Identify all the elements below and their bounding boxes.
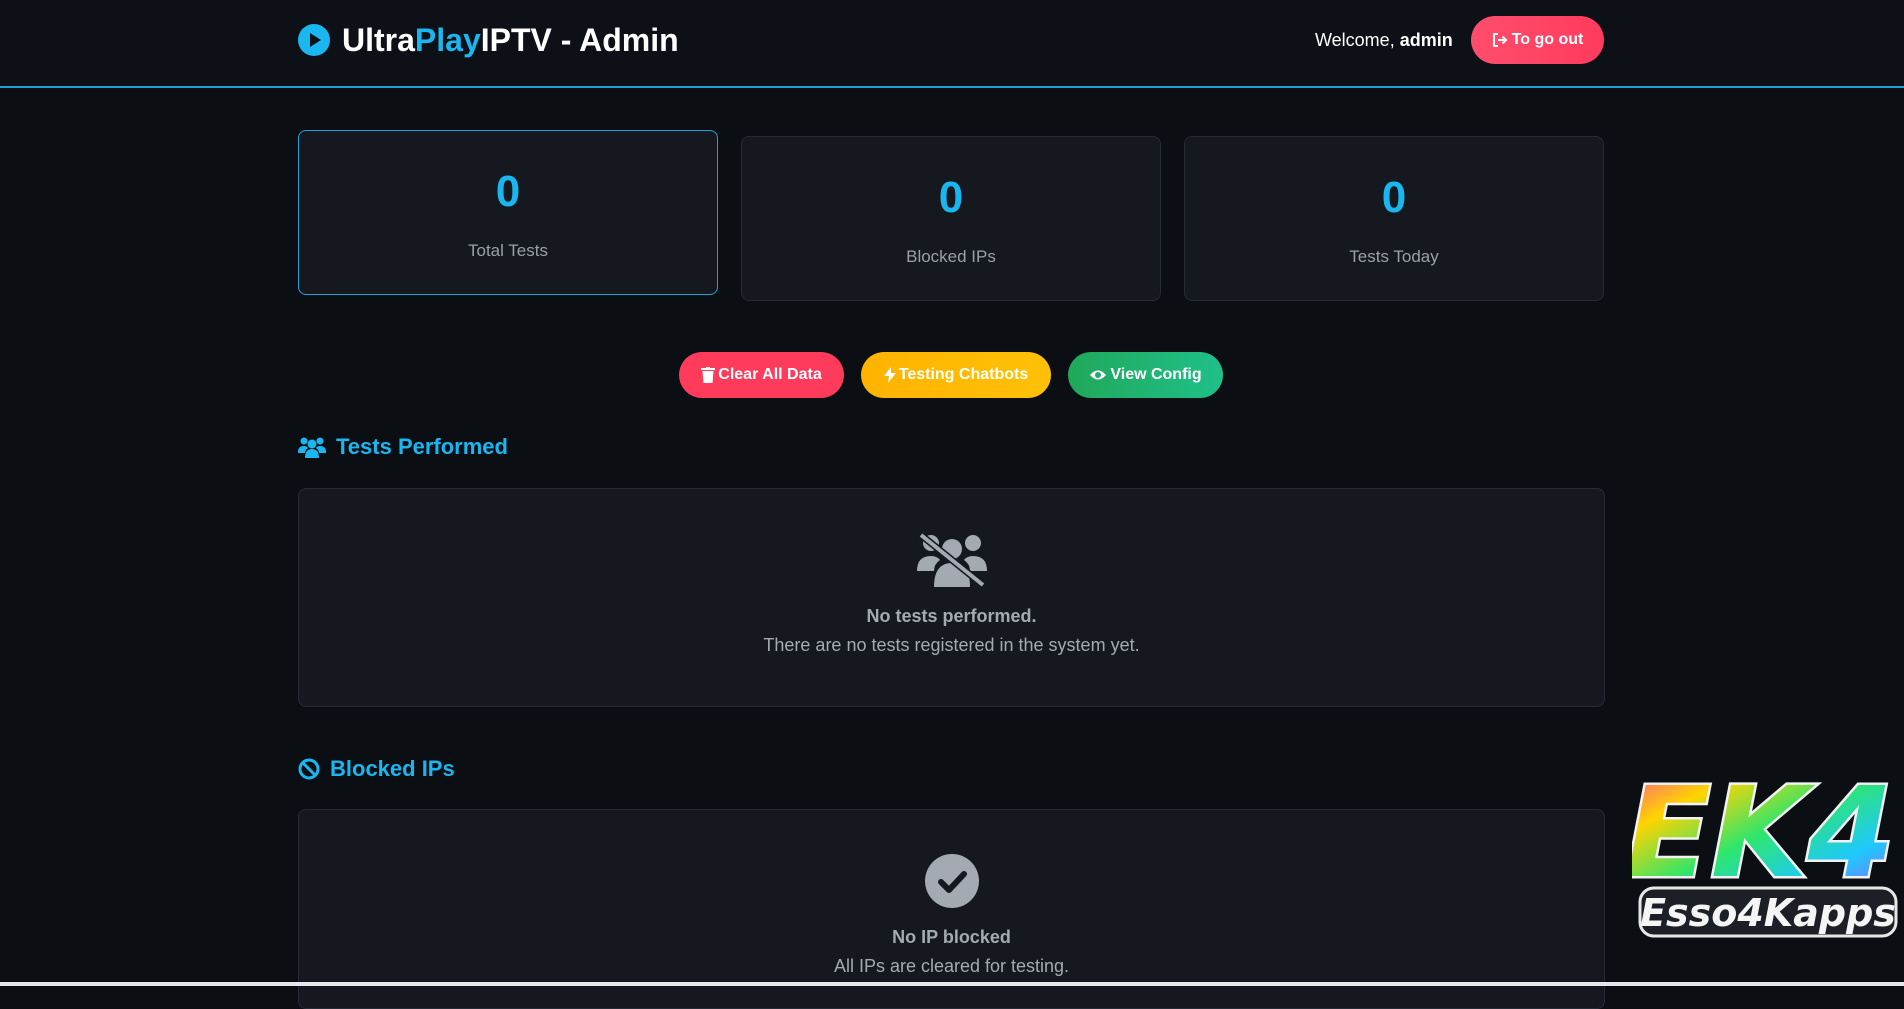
section-title-text: Tests Performed xyxy=(336,434,508,459)
tests-empty-subtitle: There are no tests registered in the sys… xyxy=(763,635,1140,655)
svg-text:EK4: EK4 xyxy=(1632,761,1895,906)
play-circle-icon xyxy=(298,24,330,56)
stat-value: 0 xyxy=(1381,173,1407,222)
watermark-logo: EK4 Esso4Kapps xyxy=(1632,759,1898,938)
clear-all-data-button[interactable]: Clear All Data xyxy=(679,352,844,398)
stat-card-total-tests[interactable]: 0 Total Tests xyxy=(298,130,718,295)
view-config-label: View Config xyxy=(1110,366,1202,383)
ban-icon xyxy=(298,758,320,780)
blocked-empty-subtitle: All IPs are cleared for testing. xyxy=(833,956,1070,976)
section-title-text: Blocked IPs xyxy=(330,756,455,781)
tests-performed-heading: Tests Performed xyxy=(298,434,508,460)
users-icon xyxy=(298,437,326,458)
view-config-button[interactable]: View Config xyxy=(1068,352,1223,398)
testing-chatbots-label: Testing Chatbots xyxy=(898,366,1029,383)
check-circle-icon xyxy=(924,854,979,908)
brand-title: UltraPlayIPTV - Admin xyxy=(342,21,679,58)
stat-value: 0 xyxy=(938,173,964,222)
tests-empty-panel: No tests performed. There are no tests r… xyxy=(298,488,1605,707)
eye-icon xyxy=(1090,370,1107,380)
stat-card-tests-today[interactable]: 0 Tests Today xyxy=(1184,136,1604,301)
tests-empty-title: No tests performed. xyxy=(866,606,1037,626)
blocked-ips-heading: Blocked IPs xyxy=(298,756,455,782)
svg-text:Esso4Kapps: Esso4Kapps xyxy=(1640,891,1896,935)
users-slash-icon xyxy=(916,532,987,588)
logout-button[interactable]: To go out xyxy=(1471,16,1604,64)
stat-label: Tests Today xyxy=(1349,247,1439,266)
stat-label: Blocked IPs xyxy=(906,247,996,266)
bottom-strip xyxy=(0,982,1904,986)
bolt-icon xyxy=(883,367,896,383)
blocked-empty-panel: No IP blocked All IPs are cleared for te… xyxy=(298,809,1605,1009)
brand[interactable]: UltraPlayIPTV - Admin xyxy=(298,22,679,58)
username: admin xyxy=(1399,30,1453,50)
trash-icon xyxy=(701,367,716,383)
stat-card-blocked-ips[interactable]: 0 Blocked IPs xyxy=(741,136,1161,301)
sign-out-icon xyxy=(1492,33,1508,47)
top-navbar: UltraPlayIPTV - Admin Welcome, admin To … xyxy=(0,0,1904,88)
testing-chatbots-button[interactable]: Testing Chatbots xyxy=(861,352,1051,398)
stat-label: Total Tests xyxy=(467,241,548,260)
blocked-empty-title: No IP blocked xyxy=(892,927,1011,947)
welcome-text: Welcome, admin xyxy=(1315,30,1453,50)
clear-all-data-label: Clear All Data xyxy=(718,366,822,383)
stat-value: 0 xyxy=(495,167,521,216)
logout-label: To go out xyxy=(1511,31,1584,48)
